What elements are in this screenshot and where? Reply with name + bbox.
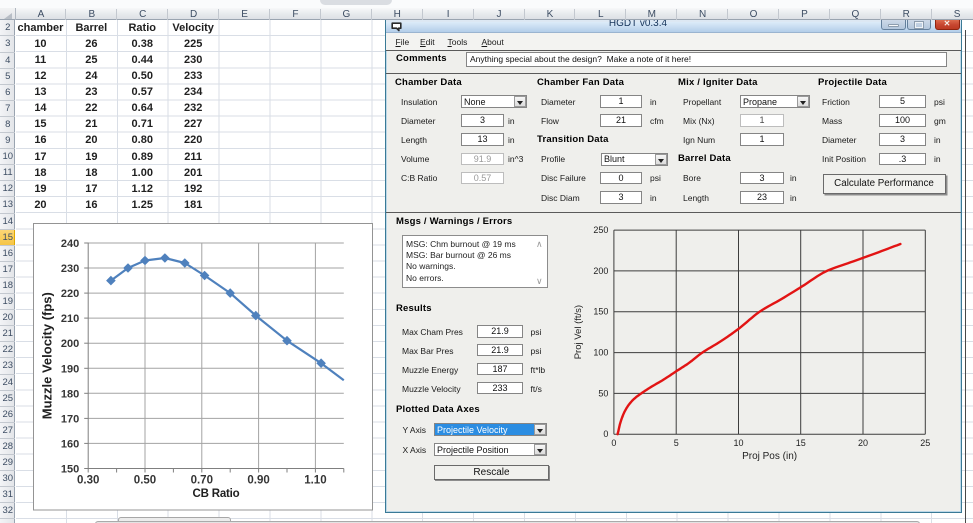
svg-text:200: 200 [60,338,78,350]
svg-text:25: 25 [920,438,930,448]
svg-text:CB Ratio: CB Ratio [192,488,239,500]
svg-text:220: 220 [60,288,78,300]
svg-text:100: 100 [593,348,608,358]
svg-text:230: 230 [60,263,78,275]
svg-text:170: 170 [60,413,78,425]
svg-text:Proj Vel (ft/s): Proj Vel (ft/s) [573,305,584,359]
svg-text:0.90: 0.90 [247,475,269,487]
svg-text:250: 250 [593,225,608,235]
svg-text:0.30: 0.30 [77,475,99,487]
svg-text:Muzzle Velocity (fps): Muzzle Velocity (fps) [39,292,54,419]
svg-text:240: 240 [60,238,78,250]
svg-text:20: 20 [858,438,868,448]
svg-text:5: 5 [674,438,679,448]
svg-text:0: 0 [603,429,608,439]
svg-text:190: 190 [60,363,78,375]
svg-text:50: 50 [598,388,608,398]
svg-text:200: 200 [593,266,608,276]
svg-text:0.70: 0.70 [190,475,212,487]
svg-text:1.10: 1.10 [304,475,326,487]
svg-text:Proj Pos (in): Proj Pos (in) [742,451,797,462]
svg-text:0: 0 [611,438,616,448]
svg-text:210: 210 [60,313,78,325]
svg-text:0.50: 0.50 [133,475,155,487]
svg-text:160: 160 [60,438,78,450]
svg-text:180: 180 [60,388,78,400]
svg-text:15: 15 [796,438,806,448]
svg-text:10: 10 [733,438,743,448]
svg-text:150: 150 [593,307,608,317]
